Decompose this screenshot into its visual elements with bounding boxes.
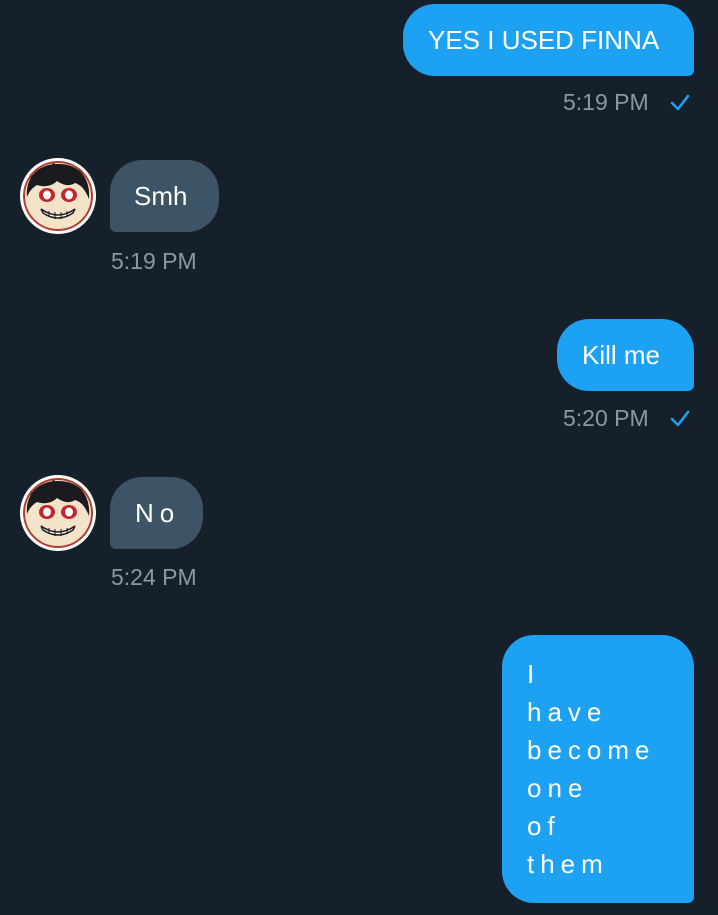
message-text: Kill me <box>582 340 661 370</box>
message-bubble-received[interactable]: No <box>110 477 203 549</box>
message-bubble-sent[interactable]: YES I USED FINNA <box>403 4 694 76</box>
message-line: them <box>527 849 609 879</box>
message-line: one <box>527 773 589 803</box>
message-timestamp: 5:24 PM <box>111 564 197 590</box>
user-avatar-icon[interactable] <box>23 161 93 231</box>
user-avatar-icon[interactable] <box>23 478 93 548</box>
message-line: become <box>527 735 656 765</box>
message-line: I <box>527 659 541 689</box>
message-bubble-sent[interactable]: I have become one of them <box>502 635 694 903</box>
message-text: Smh <box>134 181 188 211</box>
message-line: have <box>527 697 608 727</box>
message-text: No <box>135 498 181 528</box>
message-timestamp: 5:19 PM <box>563 89 649 115</box>
message-text: YES I USED FINNA <box>428 25 660 55</box>
message-line: of <box>527 811 561 841</box>
message-bubble-received[interactable]: Smh <box>110 160 219 232</box>
message-bubble-sent[interactable]: Kill me <box>557 319 694 391</box>
read-check-icon <box>670 94 690 111</box>
read-check-icon <box>670 410 690 427</box>
message-timestamp: 5:20 PM <box>563 405 649 431</box>
message-timestamp: 5:19 PM <box>111 248 197 274</box>
